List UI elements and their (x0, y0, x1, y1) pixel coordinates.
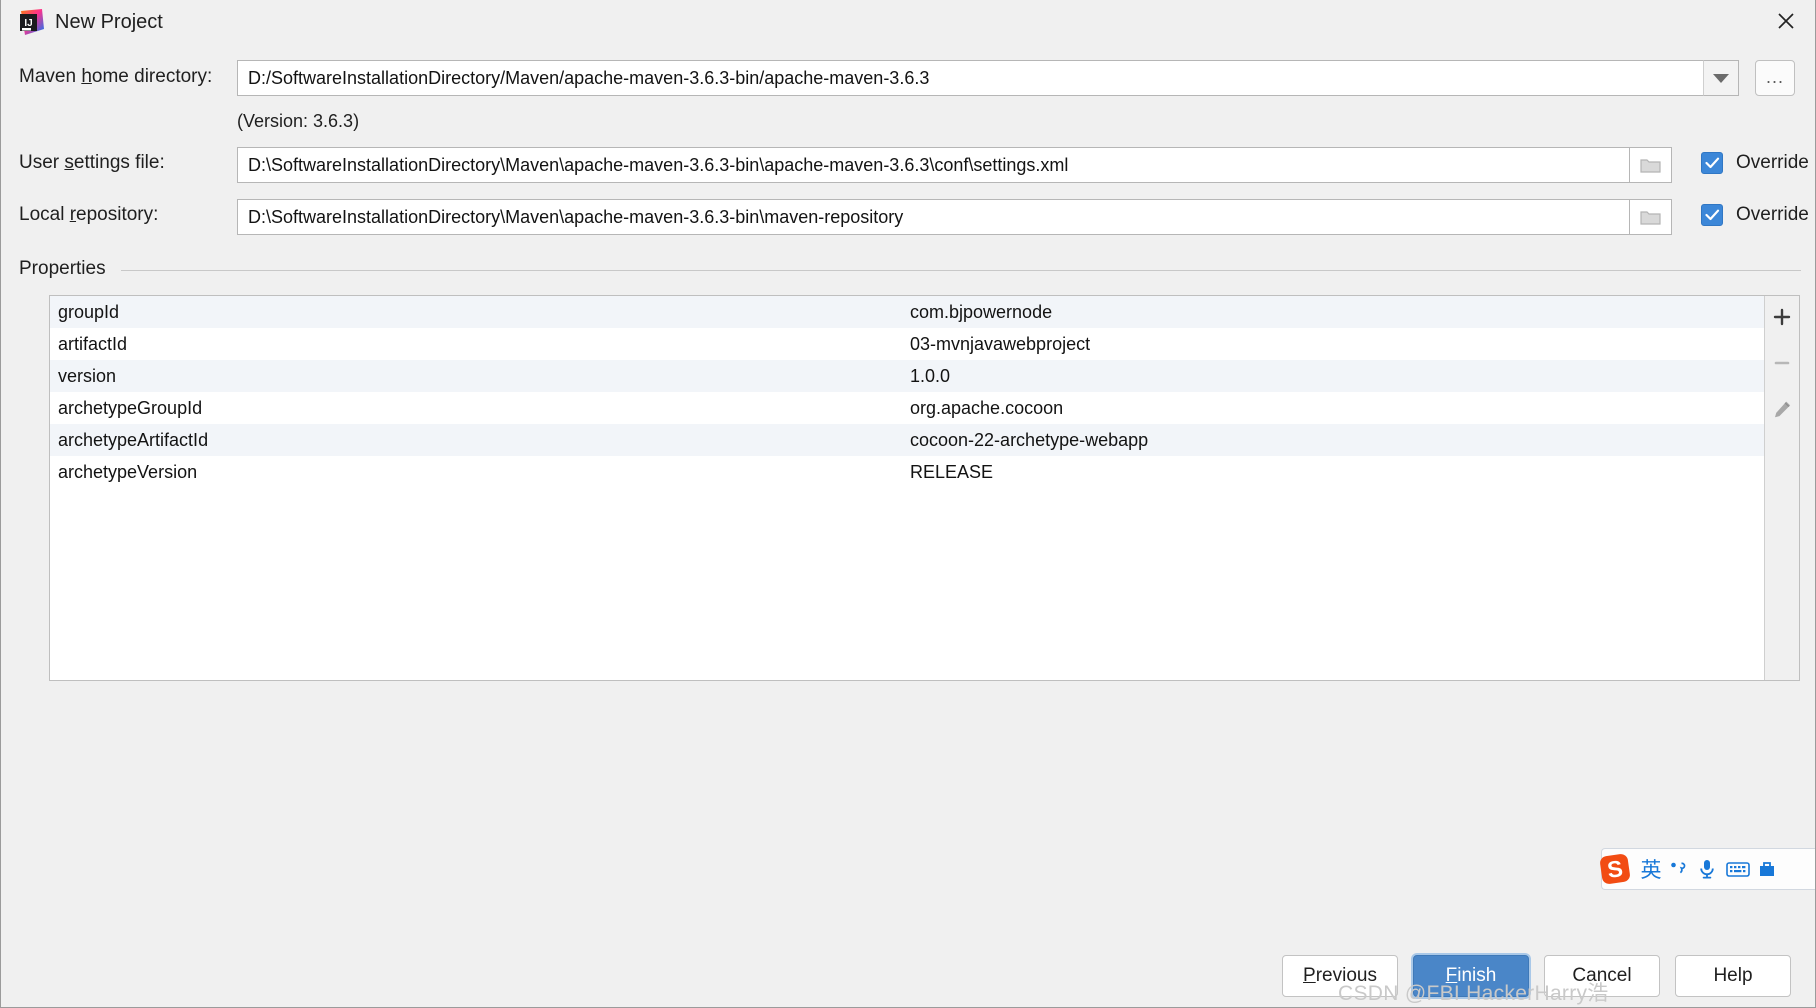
user-settings-browse-button[interactable] (1630, 147, 1672, 183)
local-repository-override-checkbox[interactable]: Override (1701, 204, 1809, 226)
table-row[interactable]: artifactId 03-mvnjavawebproject (50, 328, 1766, 360)
add-property-button[interactable] (1765, 300, 1799, 334)
property-key-cell: archetypeArtifactId (58, 429, 209, 450)
remove-property-button[interactable] (1765, 346, 1799, 380)
folder-icon (1639, 159, 1661, 173)
table-row[interactable]: archetypeArtifactId cocoon-22-archetype-w… (50, 424, 1766, 456)
properties-table: groupId com.bjpowernode artifactId 03-mvnja… (49, 295, 1800, 681)
maven-version-note: (Version: 3.6.3) (237, 111, 360, 131)
microphone-icon[interactable] (1692, 858, 1722, 880)
property-key-cell: artifactId (58, 333, 128, 354)
folder-icon (1639, 211, 1661, 225)
edit-property-button[interactable] (1765, 392, 1799, 426)
table-row[interactable]: groupId com.bjpowernode (50, 296, 1766, 328)
maven-home-browse-button[interactable]: ... (1755, 60, 1795, 96)
local-repository-label: Local repository: (19, 204, 159, 225)
property-value-cell: org.apache.cocoon (910, 397, 1064, 418)
local-repository-input[interactable]: D:\SoftwareInstallationDirectory\Maven\a… (237, 199, 1630, 235)
property-value-cell: RELEASE (910, 461, 994, 482)
chevron-down-icon (1713, 73, 1729, 83)
user-settings-input[interactable]: D:\SoftwareInstallationDirectory\Maven\a… (237, 147, 1630, 183)
property-value-cell: 03-mvnjavawebproject (910, 333, 1091, 354)
maven-home-dropdown-button[interactable] (1703, 60, 1739, 96)
property-value-cell: 1.0.0 (910, 365, 951, 386)
help-button[interactable]: Help (1675, 955, 1791, 997)
properties-separator (121, 270, 1801, 271)
close-icon[interactable] (1755, 0, 1815, 42)
maven-home-label: Maven home directory: (19, 66, 213, 87)
property-value-cell: com.bjpowernode (910, 301, 1053, 322)
toolbox-icon[interactable] (1754, 859, 1780, 879)
checkbox-checked-icon (1701, 204, 1723, 226)
page-title: New Project (55, 11, 163, 33)
user-settings-override-checkbox[interactable]: Override (1701, 152, 1809, 174)
title-bar: IJ New Project (1, 0, 1815, 44)
property-key-cell: archetypeGroupId (58, 397, 203, 418)
keyboard-icon[interactable] (1722, 860, 1754, 878)
table-row[interactable]: archetypeGroupId org.apache.cocoon (50, 392, 1766, 424)
svg-text:IJ: IJ (24, 18, 32, 29)
properties-section-title: Properties (19, 258, 116, 280)
property-key-cell: archetypeVersion (58, 461, 198, 482)
pencil-icon (1774, 401, 1790, 417)
property-value-cell: cocoon-22-archetype-webapp (910, 429, 1149, 450)
intellij-idea-icon: IJ (18, 9, 44, 35)
minus-icon (1774, 361, 1790, 365)
sogou-ime-toolbar[interactable]: S 英 (1600, 848, 1815, 890)
properties-table-body: groupId com.bjpowernode artifactId 03-mvnja… (50, 296, 1766, 488)
punctuation-icon[interactable] (1664, 860, 1692, 878)
new-project-dialog: IJ New Project Maven home directory: D:/… (0, 0, 1816, 1008)
table-row[interactable]: archetypeVersion RELEASE (50, 456, 1766, 488)
sogou-logo-icon[interactable]: S (1596, 850, 1634, 888)
watermark: CSDN @FBI HackerHarry浩 (1338, 982, 1609, 1005)
user-settings-label: User settings file: (19, 152, 165, 173)
maven-home-input[interactable]: D:/SoftwareInstallationDirectory/Maven/a… (237, 60, 1720, 96)
plus-icon (1773, 308, 1791, 326)
property-key-cell: groupId (58, 301, 120, 322)
user-settings-override-label: Override (1736, 152, 1809, 173)
local-repository-override-label: Override (1736, 204, 1809, 225)
properties-table-toolbar (1764, 296, 1799, 680)
table-row[interactable]: version 1.0.0 (50, 360, 1766, 392)
local-repository-browse-button[interactable] (1630, 199, 1672, 235)
checkbox-checked-icon (1701, 152, 1723, 174)
property-key-cell: version (58, 365, 117, 386)
ime-mode-label[interactable]: 英 (1638, 854, 1664, 884)
